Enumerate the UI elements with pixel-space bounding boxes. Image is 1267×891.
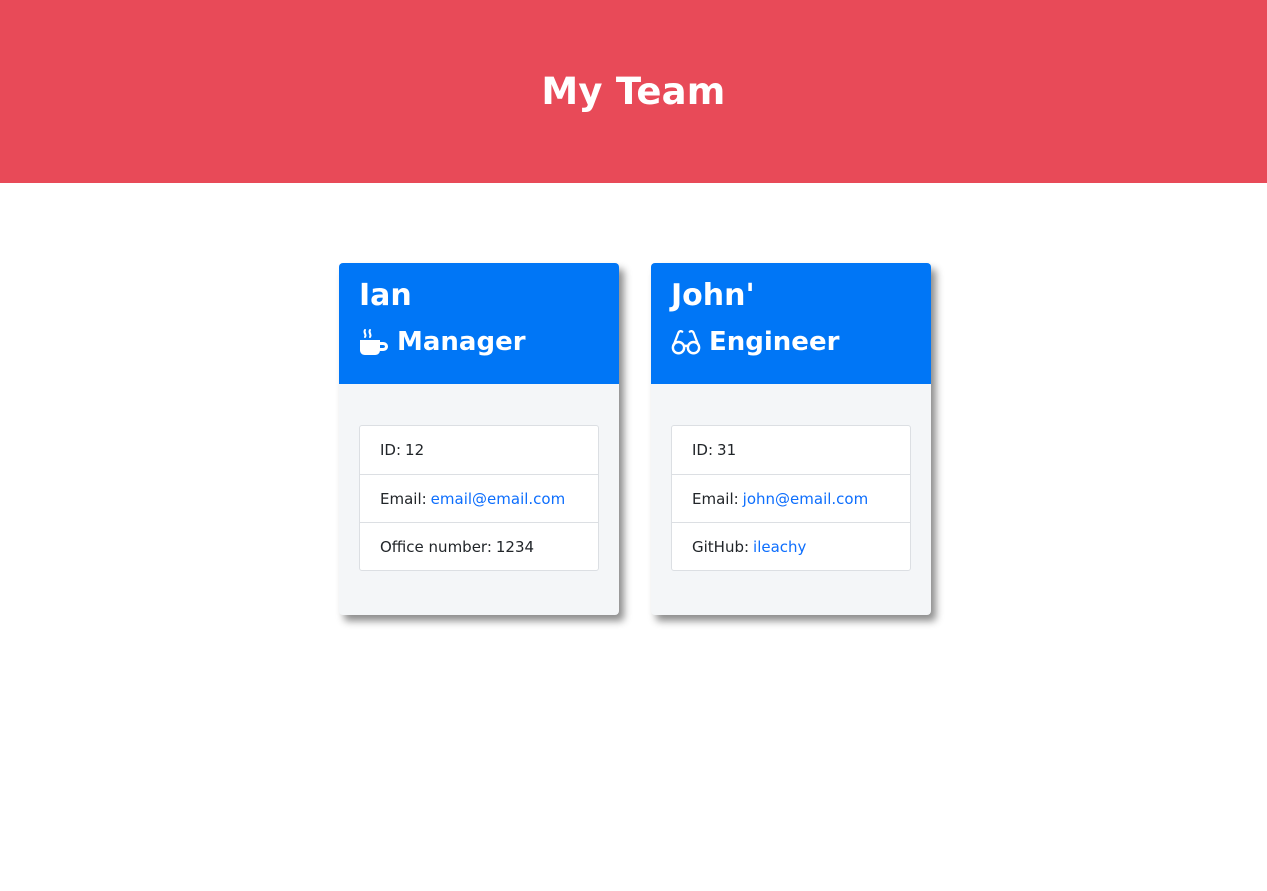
github-link[interactable]: ileachy	[753, 538, 806, 556]
email-label: Email:	[380, 489, 427, 508]
list-item-email: Email: john@email.com	[672, 474, 910, 522]
list-item-id: ID: 12	[360, 426, 598, 474]
list-item-office-number: Office number: 1234	[360, 522, 598, 570]
employee-name: Ian	[359, 278, 412, 313]
page-header: My Team	[0, 0, 1267, 183]
list-item-email: Email: email@email.com	[360, 474, 598, 522]
employee-details-list: ID: 31 Email: john@email.com GitHub: ile…	[671, 425, 911, 571]
list-item-id: ID: 31	[672, 426, 910, 474]
employee-name: John'	[671, 278, 755, 313]
id-label: ID:	[380, 441, 402, 459]
id-value: 12	[405, 441, 425, 459]
employee-role: Manager	[359, 326, 599, 358]
id-label: ID:	[692, 441, 714, 459]
card-header: John' Engineer	[651, 263, 931, 384]
glasses-icon	[671, 327, 701, 357]
office-number-value: 1234	[495, 537, 535, 556]
coffee-cup-icon	[359, 327, 389, 357]
card-body: ID: 31 Email: john@email.com GitHub: ile…	[651, 384, 931, 571]
employee-role-label: Manager	[397, 327, 526, 357]
employee-role: Engineer	[671, 326, 911, 358]
page-title: My Team	[541, 70, 726, 113]
email-label: Email:	[692, 489, 739, 508]
id-value: 31	[717, 441, 737, 459]
employee-card-manager: Ian Manager ID: 12 Email: email@email.co…	[339, 263, 619, 615]
email-link[interactable]: email@email.com	[431, 490, 566, 508]
office-number-label: Office number:	[380, 537, 492, 556]
card-header: Ian Manager	[339, 263, 619, 384]
list-item-github: GitHub: ileachy	[672, 522, 910, 570]
employee-role-label: Engineer	[709, 327, 840, 357]
email-link[interactable]: john@email.com	[743, 490, 869, 508]
card-body: ID: 12 Email: email@email.com Office num…	[339, 384, 619, 571]
github-label: GitHub:	[692, 537, 750, 556]
team-cards: Ian Manager ID: 12 Email: email@email.co…	[339, 263, 931, 615]
employee-details-list: ID: 12 Email: email@email.com Office num…	[359, 425, 599, 571]
employee-card-engineer: John' Engineer ID: 31 Email: john@email.…	[651, 263, 931, 615]
